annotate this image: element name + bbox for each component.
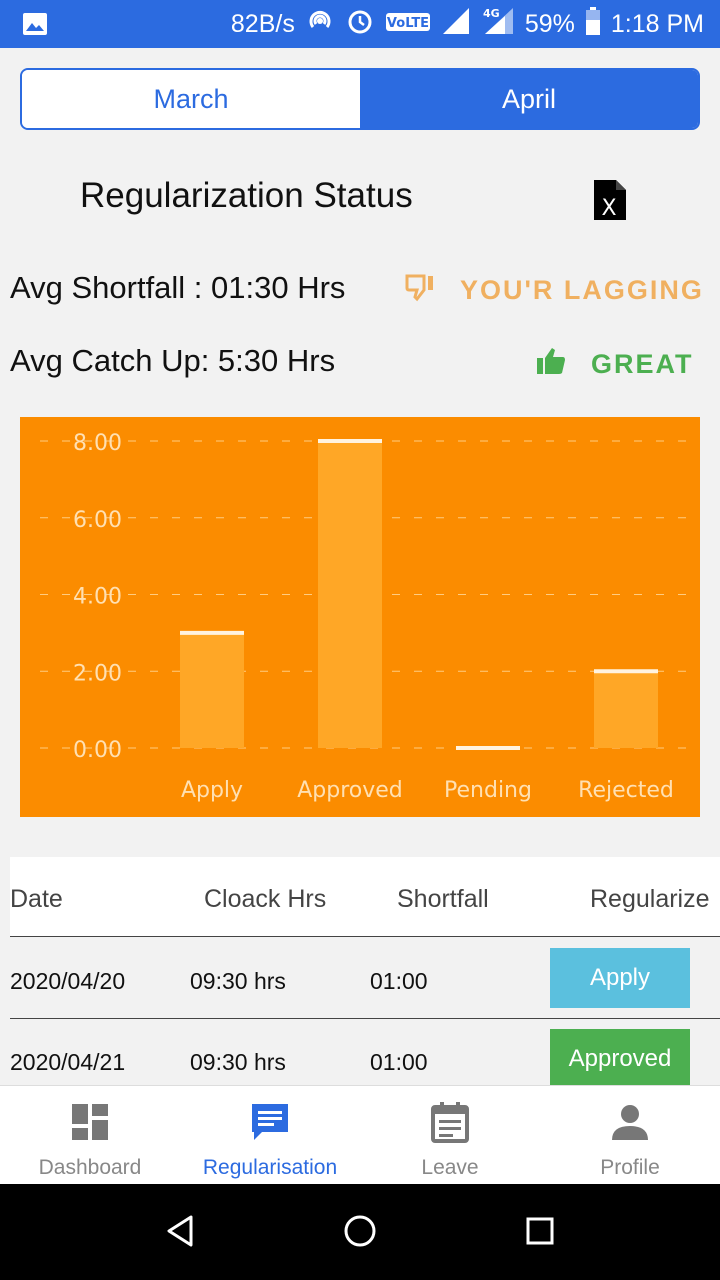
dashboard-icon: [68, 1100, 112, 1144]
lagging-badge: YOU'R LAGGING: [404, 272, 704, 309]
battery-percent: 59%: [524, 9, 575, 38]
header-date: Date: [10, 885, 63, 913]
chart-bar: [180, 632, 244, 748]
great-label: GREAT: [591, 349, 694, 379]
chart-bar-cap: [180, 630, 244, 635]
status-bar: 82B/s VoLTE 4G 59% 1:18 PM: [0, 0, 720, 48]
table-header: Date Cloack Hrs Shortfall Regularize: [10, 857, 720, 937]
nav-profile-label: Profile: [600, 1156, 660, 1179]
calendar-icon: [428, 1100, 472, 1144]
svg-text:4G: 4G: [483, 7, 500, 20]
chart-bar-cap: [456, 746, 520, 750]
nav-profile[interactable]: Profile: [540, 1086, 720, 1185]
chart-x-tick: Apply: [181, 778, 243, 803]
header-regularize: Regularize: [590, 885, 710, 913]
status-bar-chart: 0.00 2.00 4.00 6.00 8.00 Apply Approved Pending…: [20, 417, 700, 817]
row-date: 2020/04/21: [10, 1049, 126, 1075]
chart-bar: [318, 441, 382, 748]
approved-button[interactable]: Approved: [550, 1029, 690, 1085]
header-clock-hrs: Cloack Hrs: [204, 885, 327, 913]
chart-bar-cap: [318, 439, 382, 443]
avg-shortfall: Avg Shortfall : 01:30 Hrs: [10, 270, 346, 305]
tab-march[interactable]: March: [22, 70, 360, 128]
message-icon: [248, 1100, 292, 1144]
chart-x-tick: Approved: [297, 778, 403, 803]
chart-y-tick: 6.00: [73, 508, 122, 533]
chart-y-tick: 4.00: [73, 585, 122, 610]
chart-x-tick: Pending: [444, 778, 532, 803]
signal-icon: [441, 6, 471, 43]
apply-button[interactable]: Apply: [550, 948, 690, 1008]
net-speed: 82B/s: [230, 9, 295, 38]
person-icon: [608, 1100, 652, 1144]
avg-catch-up: Avg Catch Up: 5:30 Hrs: [10, 343, 336, 378]
tab-april[interactable]: April: [360, 70, 698, 128]
lagging-label: YOU'R LAGGING: [460, 275, 704, 305]
chart-bar: [594, 671, 658, 748]
clock: 1:18 PM: [610, 9, 704, 38]
nav-regularisation[interactable]: Regularisation: [180, 1086, 360, 1185]
hotspot-icon: [305, 6, 335, 43]
chart-svg: 0.00 2.00 4.00 6.00 8.00 Apply Approved Pending…: [40, 431, 690, 803]
row-shortfall: 01:00: [370, 968, 428, 994]
great-badge: GREAT: [535, 346, 694, 383]
battery-icon: [585, 6, 601, 43]
thumbs-down-icon: [404, 272, 436, 309]
chart-x-tick: Rejected: [578, 778, 674, 803]
back-icon[interactable]: [165, 1214, 195, 1253]
month-selector: March April: [20, 68, 700, 130]
svg-text:X: X: [601, 196, 616, 221]
system-nav-bar: [0, 1184, 720, 1280]
alarm-icon: [345, 6, 375, 43]
bottom-nav: Dashboard Regularisation Leave Profile: [0, 1085, 720, 1184]
table-row: 2020/04/21 09:30 hrs 01:00 Approved: [10, 1019, 720, 1085]
chart-y-tick: 0.00: [73, 738, 122, 763]
header-shortfall: Shortfall: [397, 885, 489, 913]
home-icon[interactable]: [343, 1214, 377, 1253]
gallery-notification-icon: [22, 12, 48, 43]
svg-text:VoLTE: VoLTE: [387, 16, 429, 31]
chart-y-tick: 2.00: [73, 661, 122, 686]
row-date: 2020/04/20: [10, 968, 126, 994]
regularization-table: Date Cloack Hrs Shortfall Regularize 202…: [10, 857, 720, 1085]
row-clock-hrs: 09:30 hrs: [190, 968, 286, 994]
chart-y-tick: 8.00: [73, 431, 122, 456]
row-shortfall: 01:00: [370, 1049, 428, 1075]
table-row: 2020/04/20 09:30 hrs 01:00 Apply: [10, 938, 720, 1019]
row-clock-hrs: 09:30 hrs: [190, 1049, 286, 1075]
nav-dashboard-label: Dashboard: [38, 1156, 142, 1179]
nav-leave[interactable]: Leave: [360, 1086, 540, 1185]
thumbs-up-icon: [535, 346, 567, 383]
nav-leave-label: Leave: [421, 1156, 479, 1179]
volte-icon: VoLTE: [385, 10, 431, 39]
nav-regularisation-label: Regularisation: [202, 1156, 338, 1179]
page-title: Regularization Status: [80, 176, 413, 215]
excel-file-icon[interactable]: X: [592, 178, 628, 222]
signal-4g-icon: 4G: [481, 6, 515, 43]
nav-dashboard[interactable]: Dashboard: [0, 1086, 180, 1185]
chart-bar-cap: [594, 669, 658, 674]
recents-icon[interactable]: [525, 1214, 555, 1253]
